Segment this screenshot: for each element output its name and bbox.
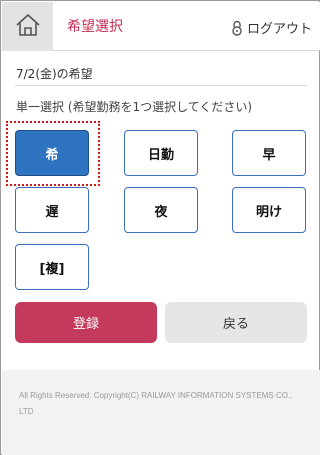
option-button-oso[interactable]: 遅	[15, 187, 89, 233]
back-button[interactable]: 戻る	[165, 302, 307, 343]
copyright-text: All Rights Reserved. Copyright(C) RAILWA…	[19, 391, 293, 416]
option-button-nikkin[interactable]: 日勤	[124, 130, 198, 176]
divider	[15, 85, 307, 86]
instruction-text: 単一選択 (希望勤務を1つ選択してください)	[16, 100, 253, 114]
option-button-ake[interactable]: 明け	[232, 187, 306, 233]
option-button-ki[interactable]: 希	[15, 130, 89, 176]
app-frame: 希望選択 ログアウト 7/2(金)の希望 単一選択 (希望勤務を1つ選択してくだ…	[0, 0, 320, 455]
register-button[interactable]: 登録	[15, 302, 157, 343]
home-icon	[15, 13, 41, 41]
page-title: 希望選択	[67, 19, 123, 35]
date-heading: 7/2(金)の希望	[16, 67, 93, 81]
logout-label: ログアウト	[246, 22, 312, 37]
home-button[interactable]	[2, 2, 53, 51]
lock-icon	[231, 20, 243, 36]
header: 希望選択 ログアウト	[2, 2, 320, 51]
option-button-haya[interactable]: 早	[232, 130, 306, 176]
option-button-yoru[interactable]: 夜	[124, 187, 198, 233]
footer: All Rights Reserved. Copyright(C) RAILWA…	[2, 370, 320, 455]
logout-button[interactable]: ログアウト	[231, 18, 312, 37]
option-button-fuku[interactable]: [複]	[15, 244, 89, 290]
